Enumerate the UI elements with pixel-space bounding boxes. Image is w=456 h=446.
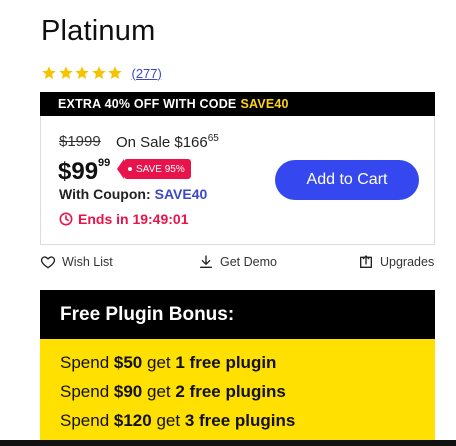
wishlist-button[interactable]: Wish List xyxy=(40,254,113,270)
add-to-cart-button[interactable]: Add to Cart xyxy=(275,160,419,200)
bonus-tier-amount: $120 xyxy=(113,411,152,430)
bonus-tier-amount: $90 xyxy=(113,382,143,401)
coupon-info: With Coupon: SAVE40 xyxy=(59,186,207,202)
star-icon xyxy=(75,66,89,79)
promo-banner: EXTRA 40% OFF WITH CODE SAVE40 xyxy=(40,92,435,116)
star-icon xyxy=(58,66,73,79)
bonus-tier-reward: 2 free plugins xyxy=(175,382,286,401)
bonus-tier-prefix: Spend xyxy=(60,411,114,430)
bonus-tier-mid: get xyxy=(142,382,176,401)
sale-price-cents: 65 xyxy=(207,133,219,144)
rating-count-link[interactable]: (277) xyxy=(132,66,162,81)
badge-dot xyxy=(128,167,132,171)
rating: (277) xyxy=(41,64,162,82)
promo-text: EXTRA 40% OFF WITH CODE xyxy=(58,97,237,111)
save-badge: SAVE 95% xyxy=(117,159,191,179)
old-price: $1999 xyxy=(59,133,101,150)
sale-price: On Sale $16665 xyxy=(116,133,219,151)
promo-code: SAVE40 xyxy=(240,97,289,111)
price-box: $1999 On Sale $16665 $9999 SAVE 95% With… xyxy=(40,116,435,245)
bonus-tier-amount: $50 xyxy=(113,353,143,372)
bonus-tier-reward: 3 free plugins xyxy=(184,411,296,430)
countdown: Ends in 19:49:01 xyxy=(59,211,189,227)
countdown-text: Ends in 19:49:01 xyxy=(78,211,189,227)
current-price: $9999 xyxy=(58,157,111,186)
sale-price-label: On Sale $166 xyxy=(116,134,208,151)
star-icon xyxy=(42,66,56,79)
upgrades-button[interactable]: Upgrades xyxy=(358,254,434,270)
upload-icon xyxy=(360,255,372,268)
upgrades-label: Upgrades xyxy=(380,255,435,269)
bonus-tier: Spend $120 get 3 free plugins xyxy=(60,409,435,438)
bonus-panel: Spend $50 get 1 free plugin Spend $90 ge… xyxy=(40,339,435,443)
product-actions: Wish List Get Demo Upgrades xyxy=(40,254,436,274)
star-icon xyxy=(108,66,122,79)
star-icon xyxy=(91,66,106,79)
bonus-tier-prefix: Spend xyxy=(60,382,114,401)
current-price-dollars: $99 xyxy=(58,158,99,185)
get-demo-label: Get Demo xyxy=(220,255,277,269)
bonus-tier: Spend $90 get 2 free plugins xyxy=(60,380,435,409)
bonus-tier-mid: get xyxy=(142,353,176,372)
bottom-divider xyxy=(0,440,456,446)
heart-icon xyxy=(40,256,56,269)
wishlist-label: Wish List xyxy=(62,255,113,269)
clock-icon xyxy=(59,212,73,226)
get-demo-button[interactable]: Get Demo xyxy=(198,254,277,270)
bonus-tier-mid: get xyxy=(151,411,185,430)
bonus-tier: Spend $50 get 1 free plugin xyxy=(60,351,435,380)
current-price-cents: 99 xyxy=(98,157,111,169)
coupon-code: SAVE40 xyxy=(154,186,208,202)
bonus-tier-reward: 1 free plugin xyxy=(175,353,277,372)
bonus-tier-prefix: Spend xyxy=(60,353,114,372)
bonus-title: Free Plugin Bonus: xyxy=(40,290,435,339)
rating-stars xyxy=(41,65,124,81)
save-badge-text: SAVE 95% xyxy=(136,163,185,175)
coupon-label: With Coupon: xyxy=(59,186,151,202)
product-title: Platinum xyxy=(41,15,156,47)
download-icon xyxy=(200,255,212,268)
